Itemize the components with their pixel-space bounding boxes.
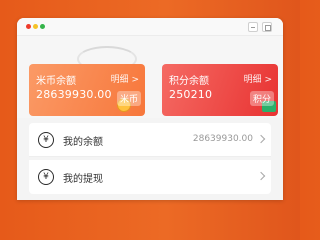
points-detail-link[interactable]: 明细 >	[244, 72, 272, 85]
minimize-button[interactable]	[248, 22, 258, 32]
coin-balance-value: 28639930.00	[36, 88, 112, 101]
list-item-balance[interactable]: ¥ 我的余额 28639930.00	[29, 123, 271, 157]
account-menu-list: ¥ 我的余额 28639930.00 ¥ 我的提现	[29, 123, 271, 194]
zoom-dot[interactable]	[40, 24, 45, 29]
yuan-coin-icon: ¥	[38, 169, 54, 185]
close-dot[interactable]	[26, 24, 31, 29]
minimize-dot[interactable]	[33, 24, 38, 29]
points-card-title: 积分余额	[169, 76, 209, 87]
points-badge: 积分	[249, 91, 274, 106]
window-titlebar	[17, 18, 283, 36]
maximize-button[interactable]	[262, 22, 272, 32]
yuan-coin-icon: ¥	[38, 132, 54, 148]
coin-badge: 米币	[116, 91, 141, 106]
app-window: 米币余额 明细 > 28639930.00 米币 积分余额 明细 > 25021…	[17, 18, 283, 200]
chevron-right-icon	[256, 171, 266, 181]
points-balance-value: 250210	[169, 88, 213, 101]
balance-label: 我的余额	[63, 137, 103, 148]
coin-balance-card[interactable]: 米币余额 明细 > 28639930.00 米币	[29, 64, 145, 116]
coin-detail-link[interactable]: 明细 >	[111, 72, 139, 85]
points-balance-card[interactable]: 积分余额 明细 > 250210 积分	[162, 64, 278, 116]
list-item-withdraw[interactable]: ¥ 我的提现	[29, 160, 271, 194]
balance-value: 28639930.00	[192, 134, 253, 144]
coin-card-title: 米币余额	[36, 76, 76, 87]
withdraw-label: 我的提现	[63, 174, 103, 185]
chevron-right-icon	[256, 134, 266, 144]
